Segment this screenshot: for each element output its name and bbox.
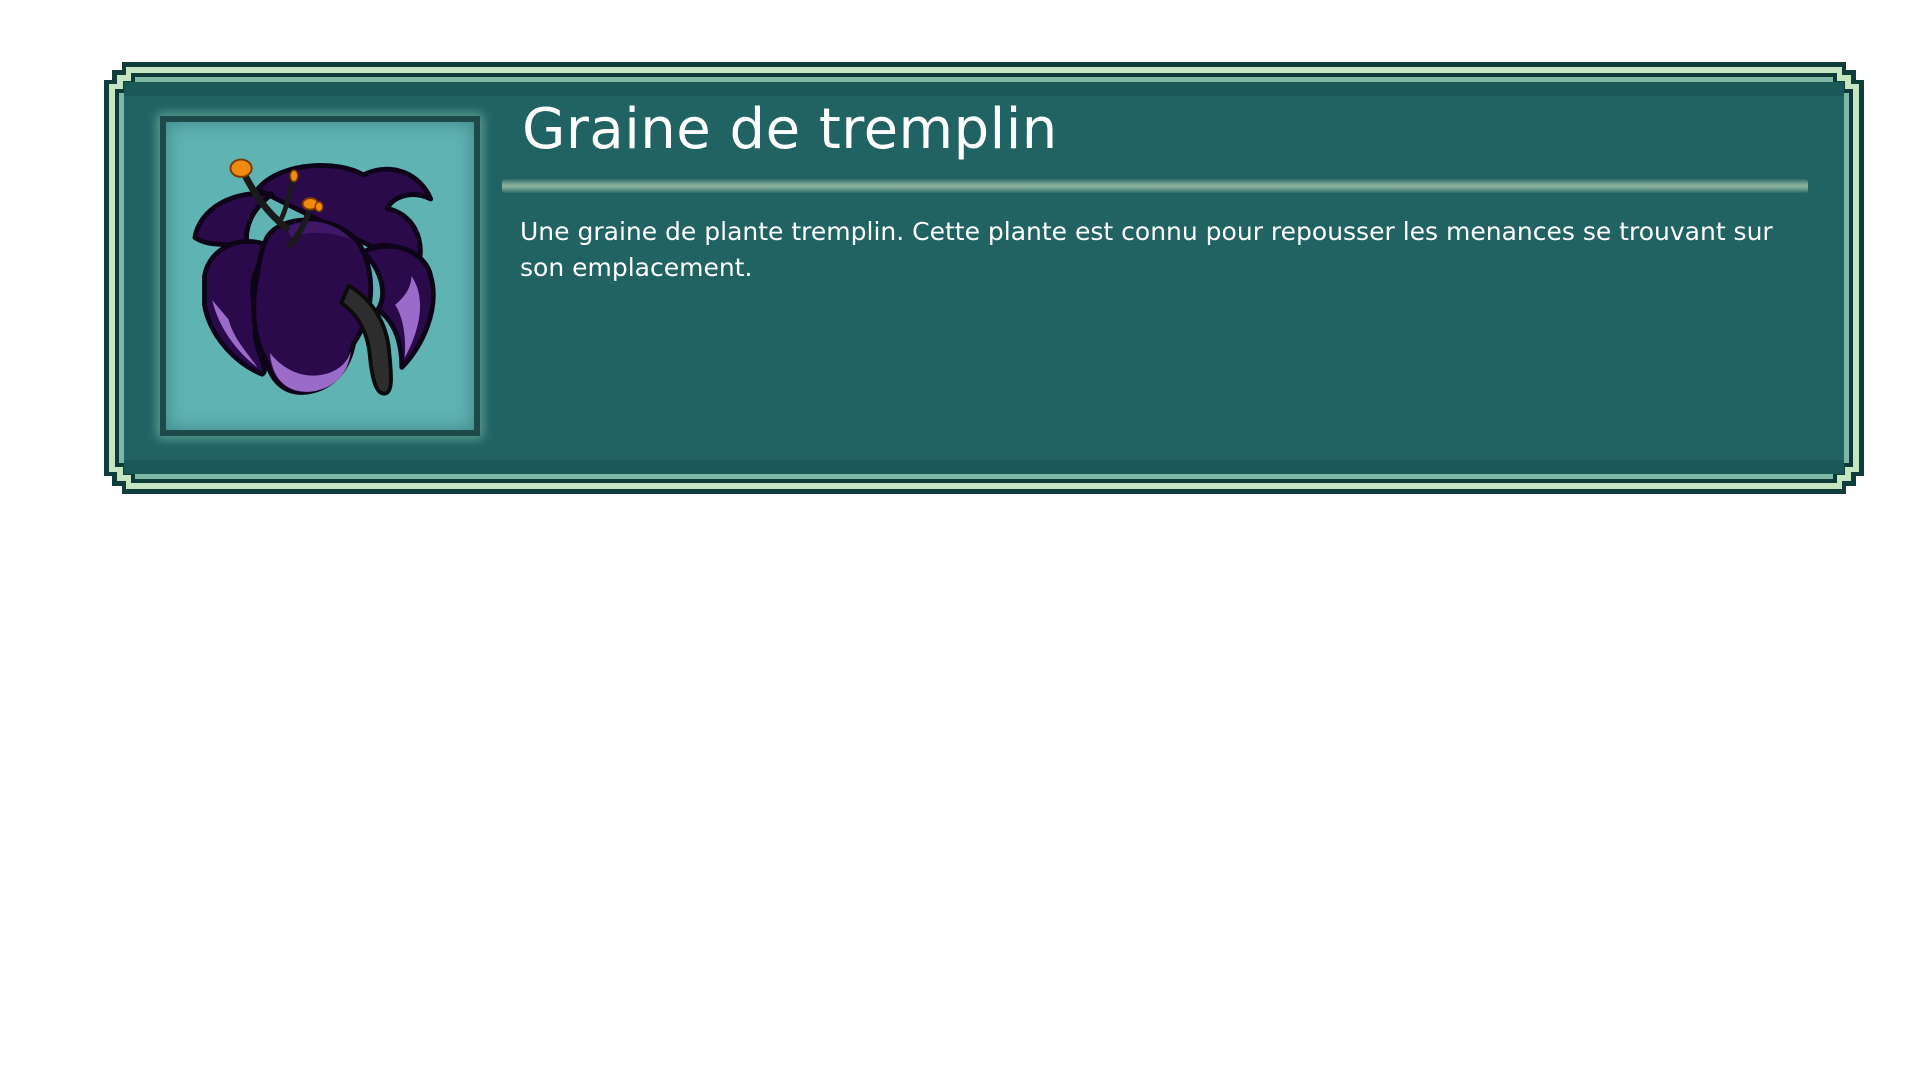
game-screen: Graine de tremplin Une graine de plante … [0, 0, 1920, 1080]
item-description: Une graine de plante tremplin. Cette pla… [520, 217, 1773, 282]
item-title: Graine de tremplin [522, 97, 1058, 162]
title-divider [502, 179, 1808, 193]
item-icon-frame [160, 116, 480, 436]
item-tooltip-panel: Graine de tremplin Une graine de plante … [104, 62, 1864, 494]
purple-flower-seed-icon [192, 158, 436, 396]
